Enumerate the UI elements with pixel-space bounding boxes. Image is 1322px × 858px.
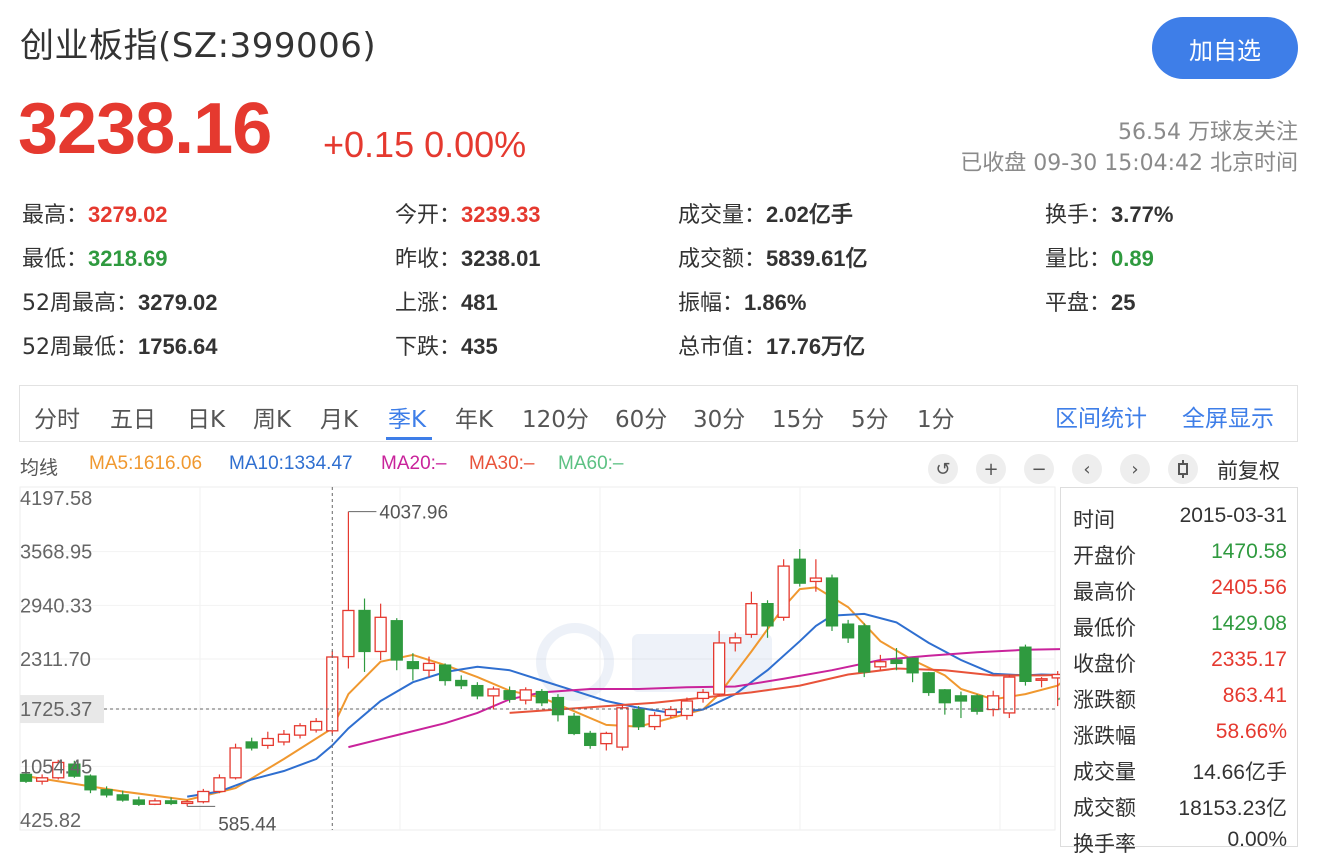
info-label: 收盘价 [1073,652,1136,676]
candle-body [890,659,903,665]
y-axis-label: 1725.37 [20,699,92,721]
candle-body [471,684,484,697]
candle-body [584,732,597,747]
ma-line-ma5 [25,586,1075,802]
y-axis-label: 425.82 [20,810,81,832]
candle-body [729,637,742,644]
y-axis-label: 4197.58 [20,488,92,510]
y-axis-label: 1054.45 [20,756,92,778]
max-price-label: 4037.96 [379,503,448,524]
candle-body [487,688,500,697]
candle-info-panel: 时间 2015-03-31 开盘价 1470.58 最高价 2405.56 最低价 1429.… [1060,487,1298,856]
candle-body [116,794,129,801]
info-label: 成交量 [1073,760,1136,784]
info-value: 0.00% [1227,828,1287,851]
info-label: 成交额 [1073,796,1136,820]
candle-body [197,790,210,803]
candle-body [229,747,242,779]
candle-body [455,679,468,687]
candle-body [293,725,307,736]
candle-body [438,664,452,682]
candle-body [954,695,968,702]
info-value: 1429.08 [1211,612,1287,635]
info-value: 2015-03-31 [1179,504,1287,527]
candle-body [390,620,403,661]
candle-body [1019,646,1032,682]
y-axis-label: 2311.70 [20,649,91,671]
info-value: 2335.17 [1211,648,1287,671]
candle-body [600,732,613,745]
candle-body [809,577,823,583]
candle-body [713,642,726,695]
candle-body [358,609,371,653]
info-value: 863.41 [1222,684,1287,707]
info-label: 涨跌幅 [1073,724,1136,748]
info-value: 58.66% [1215,720,1287,743]
candle-body [245,741,258,749]
candle-body [1035,678,1048,681]
candle-body [922,672,935,694]
candle-body [567,715,581,735]
candle-body [406,661,420,670]
candle-body [777,565,790,618]
candle-body [632,708,645,728]
info-label: 最低价 [1073,616,1136,640]
info-label: 开盘价 [1073,544,1136,568]
info-label: 涨跌额 [1073,688,1136,712]
candle-body [648,714,661,728]
candle-body [745,603,758,636]
candle-body [551,696,565,716]
candle-body [761,603,774,627]
info-label: 换手率 [1073,832,1136,856]
min-price-label: 585.44 [218,814,277,835]
candle-body [422,662,436,671]
candle-body [503,690,516,700]
candle-body [277,733,291,743]
candle-body [261,737,274,747]
candle-body [664,708,677,717]
info-value: 1470.58 [1211,540,1287,563]
candle-body [342,609,355,658]
candle-body [680,700,694,717]
candle-body [938,689,951,704]
candle-body [841,623,855,639]
y-axis-label: 3568.95 [20,542,92,564]
candle-body [535,690,548,704]
candle-body [987,695,1000,711]
candle-body [874,661,887,668]
candle-body [164,800,178,805]
candle-body [696,691,710,700]
candle-body [132,799,145,805]
candle-body [825,577,839,627]
candle-body [310,720,323,731]
candle-body [793,558,806,584]
y-axis-label: 2940.33 [20,595,92,617]
candle-body [858,625,871,673]
candle-body [148,800,162,805]
candle-body [374,616,387,653]
info-label: 时间 [1073,508,1115,532]
candle-body [100,789,113,796]
candle-body [519,689,532,701]
info-value: 2405.56 [1211,576,1287,599]
info-value: 18153.23亿 [1178,797,1287,820]
candle-body [181,801,194,805]
candle-body [1003,676,1016,714]
candle-body [906,657,919,674]
candle-body [213,777,226,793]
info-value: 14.66亿手 [1192,761,1287,784]
candle-body [616,707,629,748]
info-label: 最高价 [1073,580,1136,604]
